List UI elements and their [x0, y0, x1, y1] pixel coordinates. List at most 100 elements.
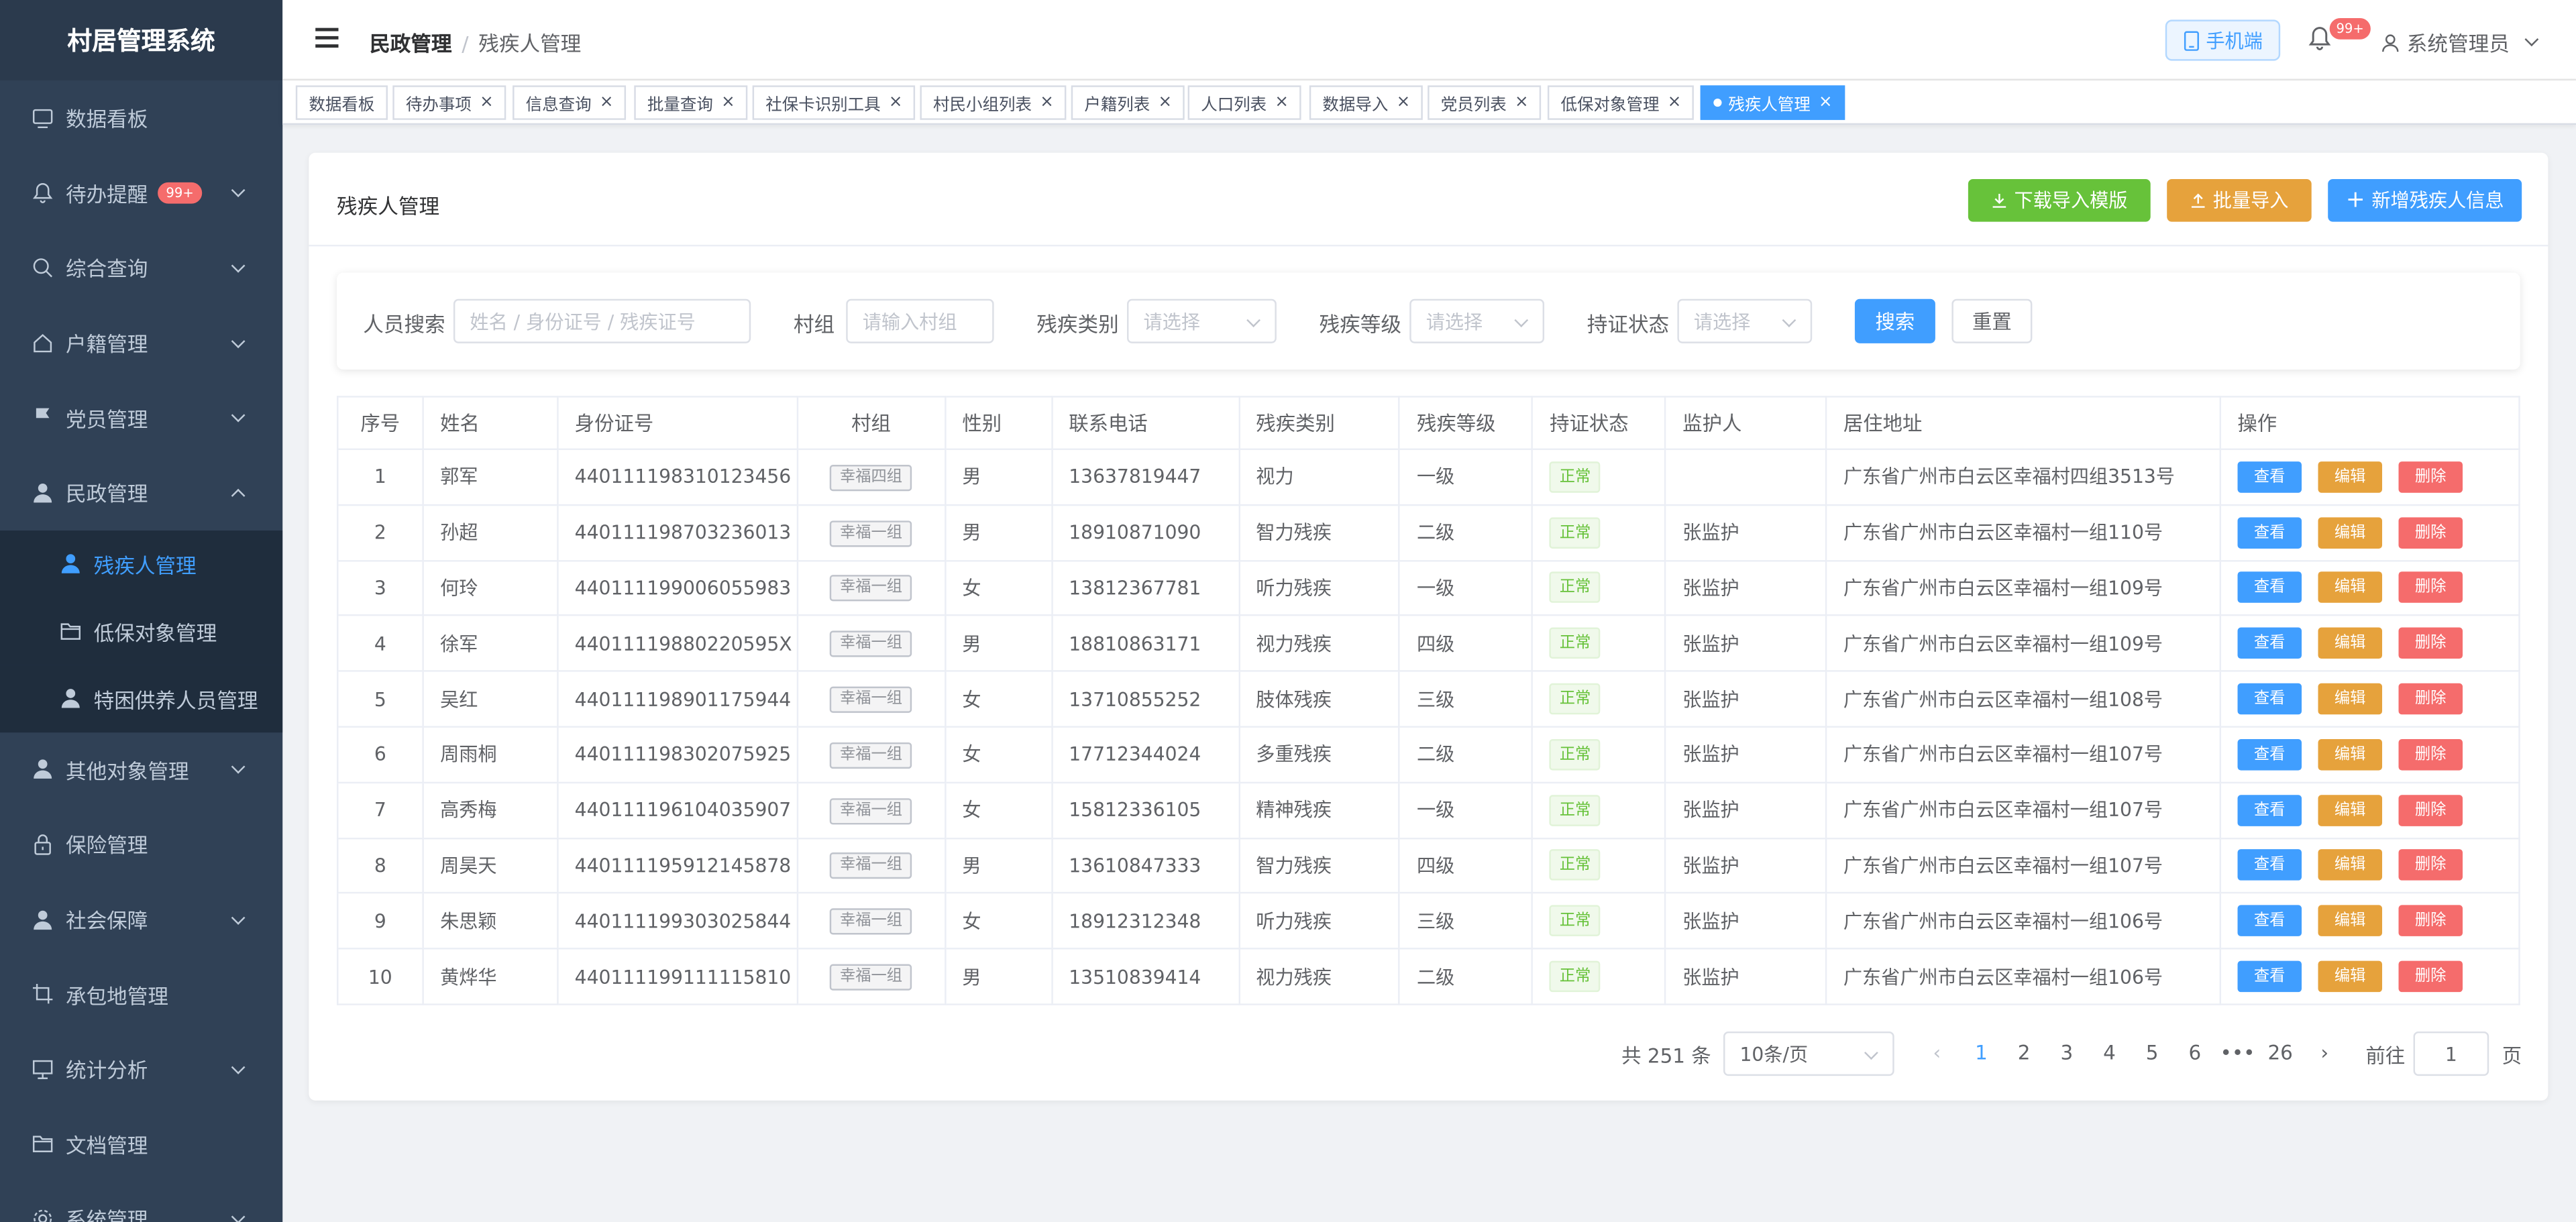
sidebar-item[interactable]: 文档管理 — [0, 1106, 282, 1181]
add-disabled-person-button[interactable]: + 新增残疾人信息 — [2328, 178, 2522, 222]
close-icon[interactable]: × — [1275, 94, 1289, 112]
view-button[interactable]: 查看 — [2237, 850, 2302, 881]
view-button[interactable]: 查看 — [2237, 905, 2302, 937]
delete-button[interactable]: 删除 — [2398, 628, 2463, 659]
sidebar-item[interactable]: 党员管理 — [0, 380, 282, 455]
tab-tag[interactable]: 村民小组列表 × — [920, 85, 1067, 120]
group-label: 村组 — [793, 312, 835, 337]
search-button[interactable]: 搜索 — [1854, 298, 1935, 343]
type-select[interactable]: 请选择 — [1127, 298, 1277, 343]
delete-button[interactable]: 删除 — [2398, 905, 2463, 937]
edit-button[interactable]: 编辑 — [2318, 794, 2382, 826]
sidebar-item[interactable]: 待办提醒 99+ — [0, 156, 282, 231]
view-button[interactable]: 查看 — [2237, 572, 2302, 604]
sidebar-item[interactable]: 承包地管理 — [0, 956, 282, 1032]
close-icon[interactable]: × — [1668, 94, 1682, 112]
edit-button[interactable]: 编辑 — [2318, 572, 2382, 604]
sidebar-item[interactable]: 其他对象管理 — [0, 732, 282, 807]
page-number[interactable]: 2 — [2002, 1042, 2045, 1064]
prev-page-icon[interactable]: ‹ — [1916, 1042, 1959, 1064]
batch-import-button[interactable]: 批量导入 — [2167, 178, 2312, 222]
tab-tag[interactable]: 数据看板 — [295, 85, 388, 120]
page-number[interactable]: 4 — [2088, 1042, 2131, 1064]
tab-tag[interactable]: 社保卡识别工具 × — [752, 85, 916, 120]
cert-select[interactable]: 请选择 — [1677, 298, 1813, 343]
close-icon[interactable]: × — [721, 94, 735, 112]
cell-disability-level: 一级 — [1399, 560, 1534, 617]
delete-button[interactable]: 删除 — [2398, 960, 2463, 993]
edit-button[interactable]: 编辑 — [2318, 905, 2382, 937]
sidebar-item[interactable]: 特困供养人员管理 — [0, 664, 283, 732]
sidebar-item[interactable]: 低保对象管理 — [0, 597, 283, 665]
page-size-select[interactable]: 10条/页 — [1723, 1031, 1894, 1076]
tab-tag[interactable]: 待办事项 × — [392, 85, 507, 120]
close-icon[interactable]: × — [1040, 94, 1054, 112]
view-button[interactable]: 查看 — [2237, 516, 2302, 549]
reset-button[interactable]: 重置 — [1951, 298, 2033, 343]
sidebar-item[interactable]: 户籍管理 — [0, 305, 282, 380]
view-button[interactable]: 查看 — [2237, 683, 2302, 715]
breadcrumb-item[interactable]: 民政管理 — [370, 32, 451, 56]
sidebar-item[interactable]: 保险管理 — [0, 807, 282, 882]
download-template-button[interactable]: 下载导入模版 — [1968, 178, 2151, 222]
delete-button[interactable]: 删除 — [2398, 461, 2463, 493]
sidebar-item[interactable]: 数据看板 — [0, 80, 282, 156]
sidebar-item[interactable]: 统计分析 — [0, 1032, 282, 1107]
close-icon[interactable]: × — [1515, 94, 1529, 112]
tab-tag[interactable]: 信息查询 × — [513, 85, 627, 120]
page-number[interactable]: 26 — [2259, 1042, 2302, 1064]
sidebar-item-label: 特困供养人员管理 — [93, 687, 258, 712]
page-number[interactable]: 5 — [2131, 1042, 2174, 1064]
tab-tag[interactable]: 数据导入 × — [1309, 85, 1424, 120]
view-button[interactable]: 查看 — [2237, 461, 2302, 493]
tab-tag[interactable]: 人口列表 × — [1187, 85, 1302, 120]
edit-button[interactable]: 编辑 — [2318, 850, 2382, 881]
user-menu[interactable]: 系统管理员 — [2381, 26, 2538, 58]
close-icon[interactable]: × — [1397, 94, 1411, 112]
page-number[interactable]: 6 — [2174, 1042, 2216, 1064]
sidebar-item[interactable]: 系统管理 — [0, 1181, 282, 1222]
level-select[interactable]: 请选择 — [1409, 298, 1545, 343]
sidebar-item[interactable]: 残疾人管理 — [0, 529, 283, 598]
close-icon[interactable]: × — [480, 94, 494, 112]
tab-tag[interactable]: 残疾人管理 × — [1700, 85, 1846, 120]
delete-button[interactable]: 删除 — [2398, 738, 2463, 771]
hamburger-icon[interactable] — [315, 27, 339, 51]
delete-button[interactable]: 删除 — [2398, 794, 2463, 826]
delete-button[interactable]: 删除 — [2398, 850, 2463, 881]
person-search-input[interactable]: 姓名 / 身份证号 / 残疾证号 — [453, 298, 751, 343]
group-input[interactable]: 请输入村组 — [846, 298, 994, 343]
close-icon[interactable]: × — [1159, 94, 1173, 112]
delete-button[interactable]: 删除 — [2398, 516, 2463, 549]
more-pages-icon[interactable]: ••• — [2216, 1042, 2259, 1064]
tab-tag[interactable]: 低保对象管理 × — [1547, 85, 1695, 120]
edit-button[interactable]: 编辑 — [2318, 461, 2382, 493]
edit-button[interactable]: 编辑 — [2318, 628, 2382, 659]
edit-button[interactable]: 编辑 — [2318, 683, 2382, 715]
upload-icon — [2191, 193, 2205, 208]
edit-button[interactable]: 编辑 — [2318, 738, 2382, 771]
sidebar-item[interactable]: 社会保障 — [0, 881, 282, 956]
view-button[interactable]: 查看 — [2237, 794, 2302, 826]
goto-page-input[interactable]: 1 — [2413, 1031, 2489, 1076]
tab-tag[interactable]: 户籍列表 × — [1071, 85, 1185, 120]
tab-tag[interactable]: 党员列表 × — [1428, 85, 1542, 120]
page-number[interactable]: 3 — [2045, 1042, 2088, 1064]
view-button[interactable]: 查看 — [2237, 960, 2302, 993]
view-button[interactable]: 查看 — [2237, 628, 2302, 659]
mobile-button[interactable]: 手机端 — [2165, 19, 2281, 61]
sidebar-item[interactable]: 综合查询 — [0, 230, 282, 305]
page-number[interactable]: 1 — [1960, 1042, 2003, 1064]
next-page-icon[interactable]: › — [2303, 1042, 2346, 1064]
sidebar-item[interactable]: 民政管理 — [0, 455, 282, 530]
close-icon[interactable]: × — [889, 94, 903, 112]
close-icon[interactable]: × — [1819, 94, 1833, 112]
search-filter-panel: 人员搜索 姓名 / 身份证号 / 残疾证号 村组 请输入村组 残疾类别 请选择 … — [337, 272, 2520, 370]
tab-tag[interactable]: 批量查询 × — [634, 85, 749, 120]
close-icon[interactable]: × — [600, 94, 614, 112]
edit-button[interactable]: 编辑 — [2318, 960, 2382, 993]
edit-button[interactable]: 编辑 — [2318, 516, 2382, 549]
delete-button[interactable]: 删除 — [2398, 572, 2463, 604]
delete-button[interactable]: 删除 — [2398, 683, 2463, 715]
view-button[interactable]: 查看 — [2237, 738, 2302, 771]
